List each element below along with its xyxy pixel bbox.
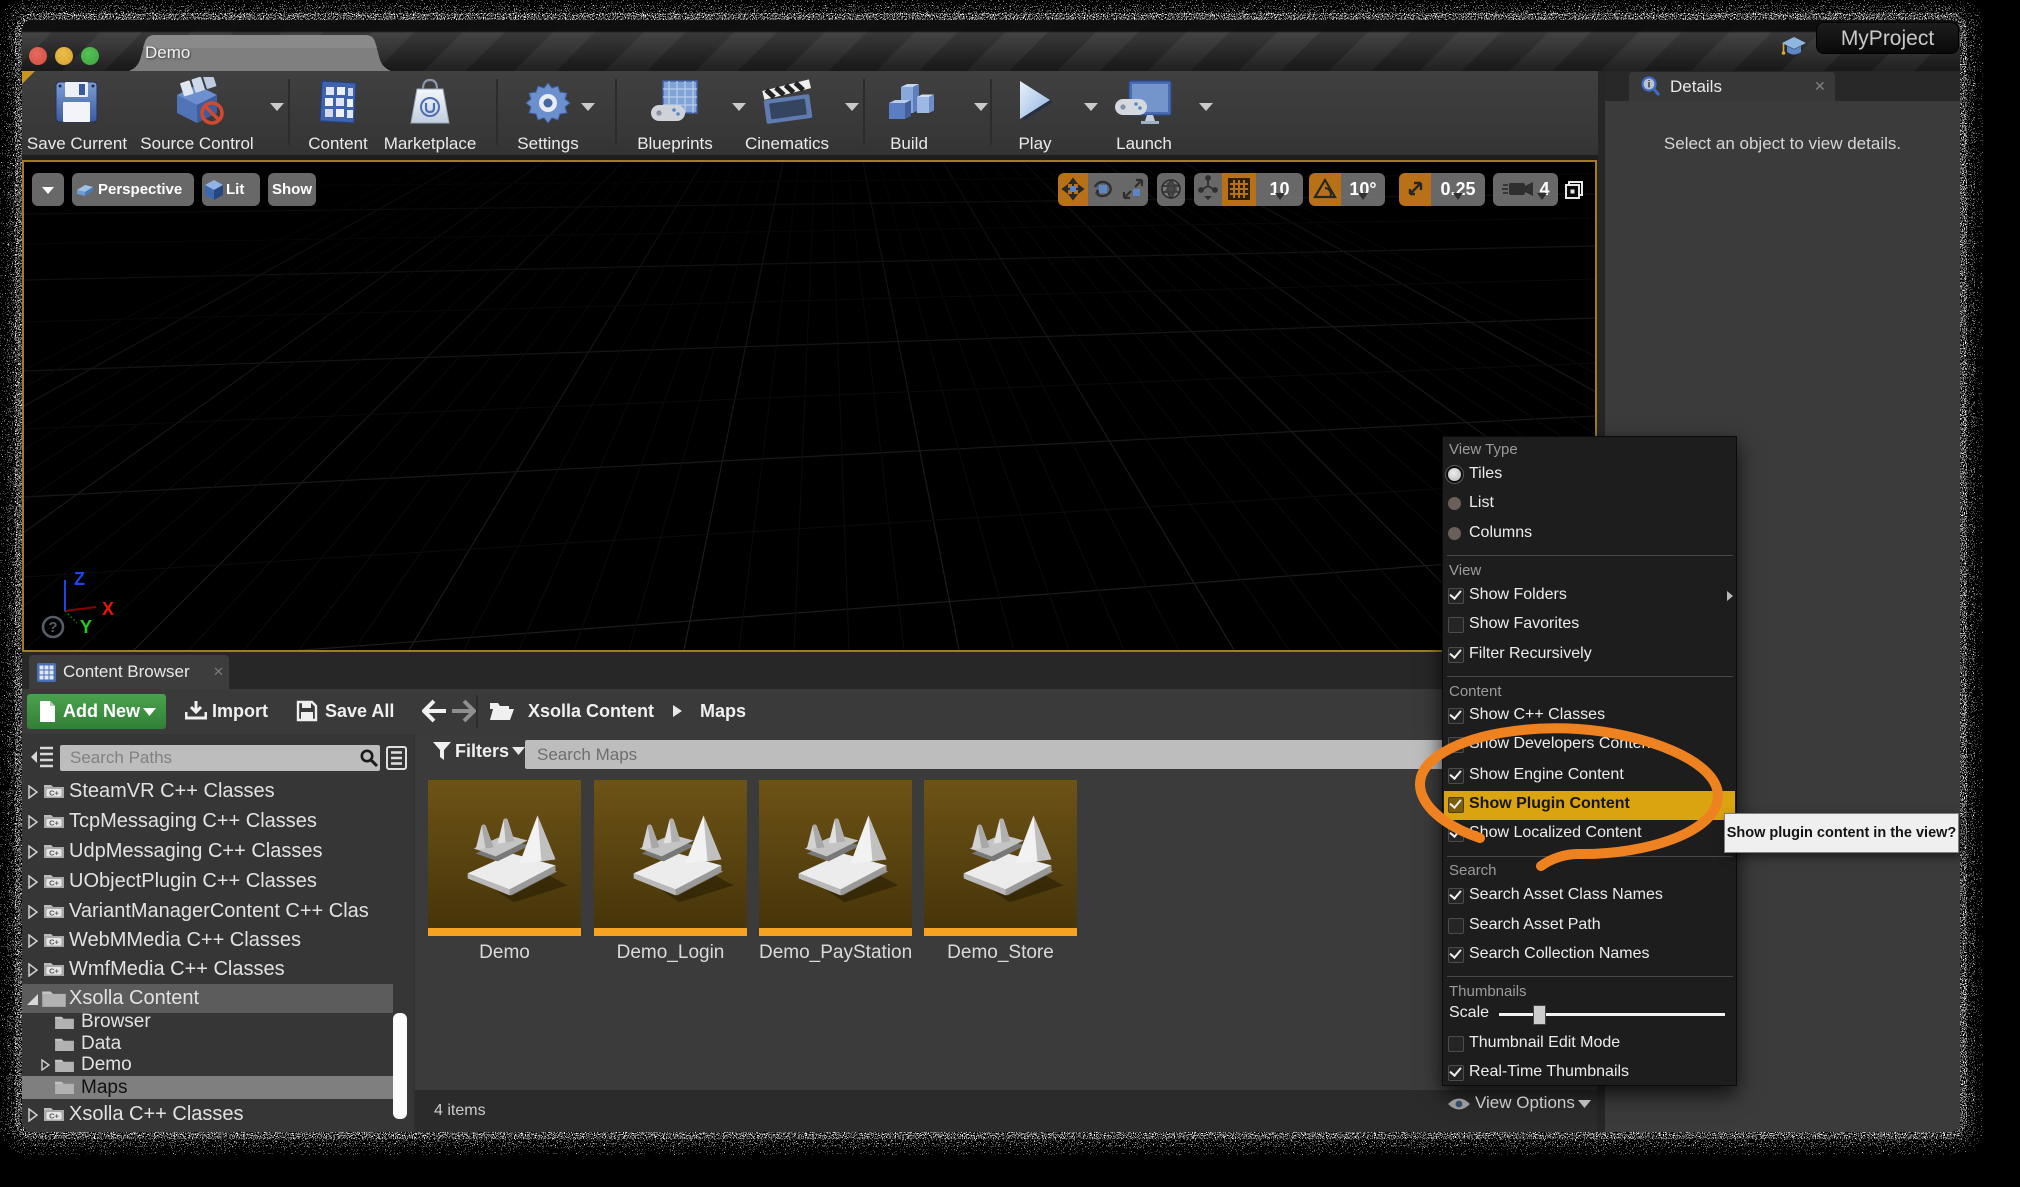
svg-text:Z: Z (74, 569, 85, 589)
svg-text:Y: Y (80, 617, 92, 637)
svg-text:?: ? (48, 619, 57, 636)
svg-text:X: X (102, 599, 114, 619)
svg-text:i: i (1648, 80, 1651, 91)
